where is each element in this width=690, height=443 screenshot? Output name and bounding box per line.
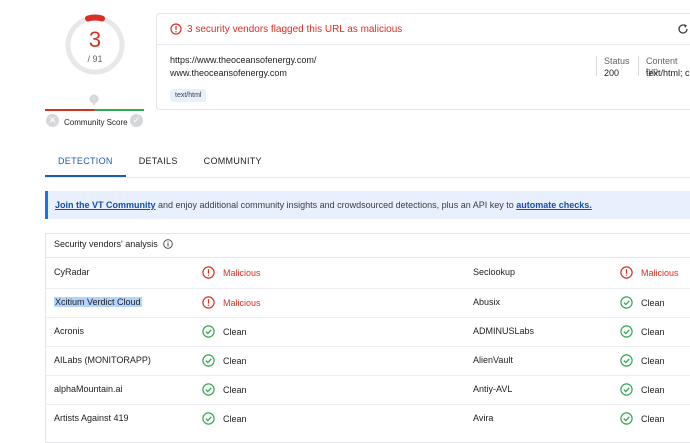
community-banner-text: Join the VT Community and enjoy addition… [55,200,592,210]
join-community-link[interactable]: Join the VT Community [55,200,156,210]
row-divider [46,288,690,289]
detection-score-gauge: 3 / 91 [64,14,126,76]
check-circle-icon [620,354,633,367]
vendor-name: AlienVault [473,355,513,365]
flag-text: 3 security vendors flagged this URL as m… [187,23,403,35]
tab-details[interactable]: DETAILS [126,150,191,177]
clean-verdict: Clean [620,296,665,309]
check-circle-icon [202,325,215,338]
vendor-name: Seclookup [473,267,516,277]
verdict-label: Clean [641,413,665,424]
community-score-bar [45,109,144,111]
downvote-icon[interactable]: ✕ [46,114,59,127]
vendor-name: Xcitium Verdict Cloud [54,297,142,307]
verdict-label: Clean [223,355,247,366]
clean-verdict: Clean [202,412,247,425]
meta-divider [596,56,597,76]
banner-message: and enjoy additional community insights … [155,200,517,210]
analyzed-url: https://www.theoceansofenergy.com/ [170,55,317,65]
check-circle-icon [202,354,215,367]
community-score-marker-icon: ! [89,94,99,106]
analysis-header-divider [46,257,690,258]
row-divider [46,317,690,318]
verdict-label: Clean [641,384,665,395]
upvote-icon[interactable]: ✓ [130,114,143,127]
alert-circle-icon [202,266,215,279]
verdict-label: Malicious [223,297,261,308]
check-circle-icon [620,412,633,425]
check-circle-icon [202,383,215,396]
verdict-label: Clean [641,355,665,366]
verdict-label: Clean [641,326,665,337]
vendor-name: ADMINUSLabs [473,326,535,336]
vendor-name: CyRadar [54,267,90,277]
alert-circle-icon [202,296,215,309]
clean-verdict: Clean [202,383,247,396]
verdict-label: Clean [223,326,247,337]
vendors-analysis-panel [45,233,690,443]
vendor-name: Abusix [473,297,501,307]
info-icon[interactable] [163,239,173,249]
clean-verdict: Clean [202,325,247,338]
report-tabs: DETECTION DETAILS COMMUNITY [45,150,275,177]
verdict-label: Clean [223,413,247,424]
card-divider [157,44,690,45]
malicious-verdict: Malicious [202,296,261,309]
check-circle-icon [620,325,633,338]
clean-verdict: Clean [620,412,665,425]
clean-verdict: Clean [202,354,247,367]
malicious-flag-notice: 3 security vendors flagged this URL as m… [170,22,402,36]
verdict-label: Malicious [641,267,679,278]
automate-checks-link[interactable]: automate checks. [516,200,592,210]
tabs-underline [45,177,690,178]
clean-verdict: Clean [620,354,665,367]
vendor-name: alphaMountain.ai [54,384,123,394]
clean-verdict: Clean [620,383,665,396]
meta-divider [638,56,639,76]
row-divider [46,346,690,347]
malicious-verdict: Malicious [202,266,261,279]
content-type-value: text/html; c [646,68,690,78]
total-vendors: / 91 [87,54,103,64]
tab-detection[interactable]: DETECTION [45,150,126,177]
status-value: 200 [604,68,620,78]
detection-count: 3 [88,27,102,52]
clean-verdict: Clean [620,325,665,338]
content-type-tag[interactable]: text/html [170,89,207,102]
svg-text:!: ! [93,97,95,104]
malicious-verdict: Malicious [620,266,679,279]
vendor-name: Avira [473,413,494,423]
row-divider [46,404,690,405]
tab-community[interactable]: COMMUNITY [191,150,275,177]
alert-circle-icon [620,266,633,279]
verdict-label: Malicious [223,267,261,278]
vendor-name: AILabs (MONITORAPP) [54,355,151,365]
community-score-label: Community Score [64,118,128,127]
check-circle-icon [620,296,633,309]
vendor-name: Artists Against 419 [54,413,129,423]
reanalyze-icon[interactable] [677,23,689,35]
alert-circle-icon [170,23,182,35]
analysis-title-text: Security vendors' analysis [54,239,158,249]
row-divider [46,375,690,376]
verdict-label: Clean [641,297,665,308]
check-circle-icon [620,383,633,396]
status-label: Status [604,56,630,66]
analyzed-domain[interactable]: www.theoceansofenergy.com [170,68,287,78]
verdict-label: Clean [223,384,247,395]
analysis-title: Security vendors' analysis [54,239,173,249]
vendor-name: Antiy-AVL [473,384,513,394]
vendor-name: Acronis [54,326,85,336]
check-circle-icon [202,412,215,425]
